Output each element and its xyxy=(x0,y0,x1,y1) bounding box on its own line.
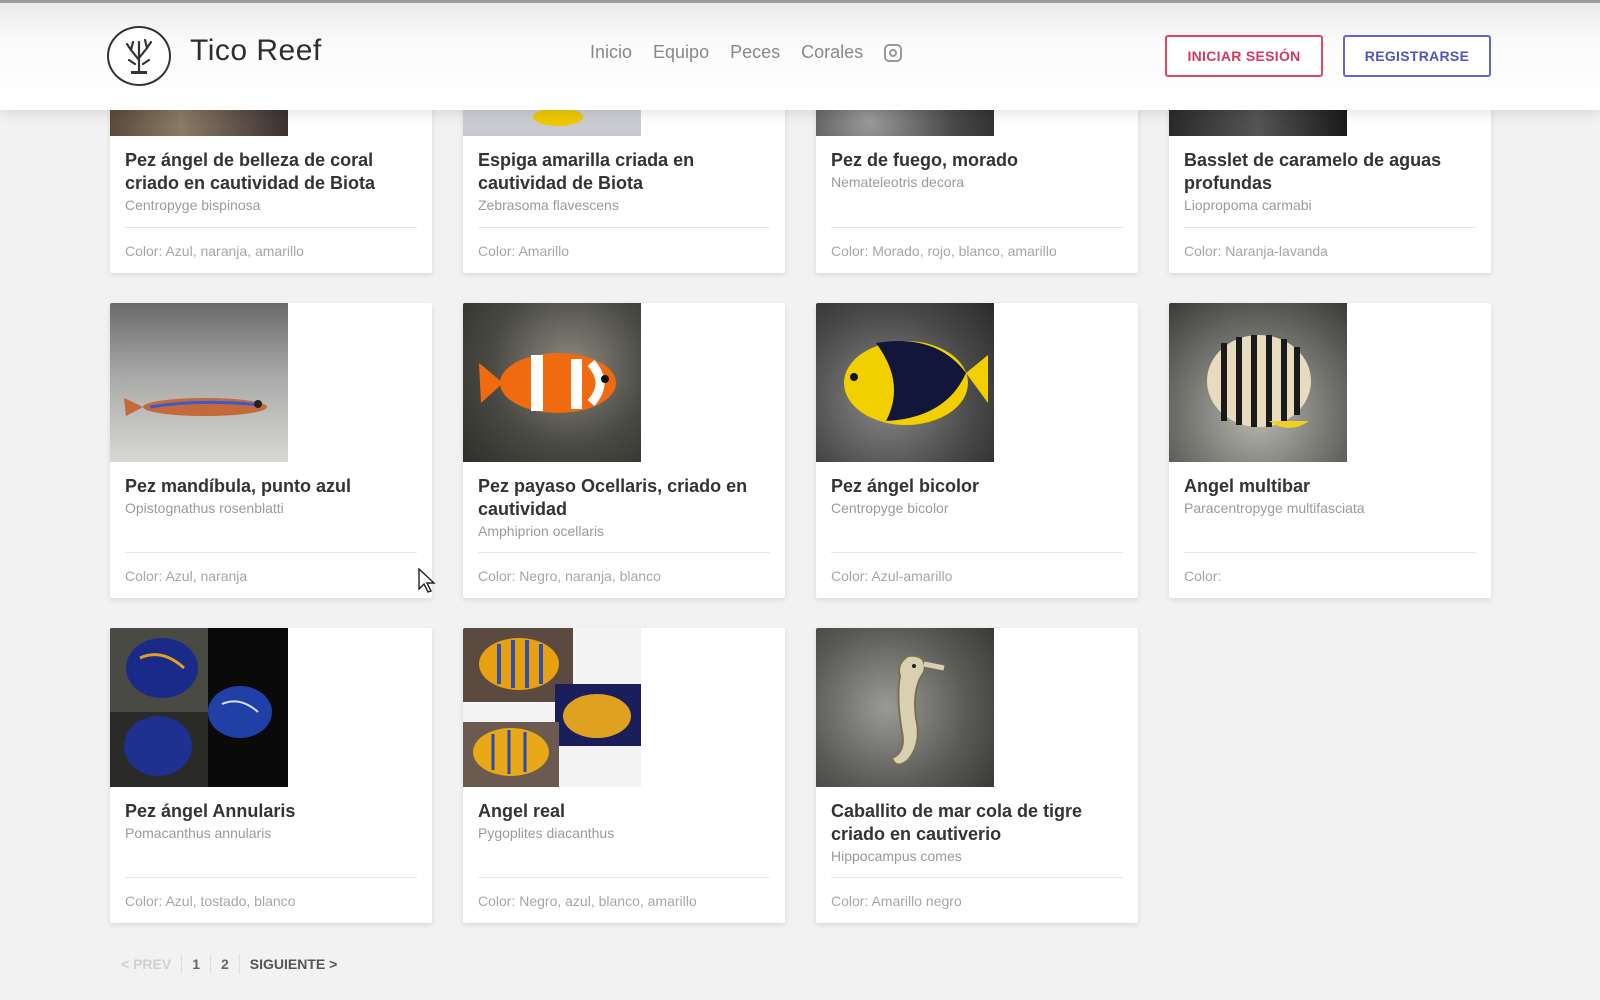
fish-scientific-name: Nemateleotris decora xyxy=(831,174,965,190)
fish-photo[interactable] xyxy=(816,628,994,787)
brand-name[interactable]: Tico Reef xyxy=(190,34,322,68)
card-divider xyxy=(125,877,417,878)
fish-photo[interactable] xyxy=(816,303,994,462)
fish-title[interactable]: Pez ángel de belleza de coral criado en … xyxy=(125,149,420,195)
register-button[interactable]: REGISTRARSE xyxy=(1343,35,1491,77)
mouse-cursor-icon xyxy=(418,568,436,593)
fish-color: Color: Morado, rojo, blanco, amarillo xyxy=(831,243,1057,259)
prev-page-button[interactable]: < PREV xyxy=(121,956,171,972)
fish-scientific-name: Hippocampus comes xyxy=(831,848,962,864)
fish-color: Color: Amarillo xyxy=(478,243,570,259)
fish-scientific-name: Centropyge bicolor xyxy=(831,500,949,516)
fish-photo[interactable] xyxy=(110,303,288,462)
pagination: < PREV 1 2 SIGUIENTE > xyxy=(121,954,337,974)
fish-color: Color: Azul, naranja, amarillo xyxy=(125,243,304,259)
fish-title[interactable]: Angel real xyxy=(478,800,773,823)
instagram-icon[interactable] xyxy=(884,43,903,62)
nav-link-corales[interactable]: Corales xyxy=(801,42,863,63)
fish-color: Color: Amarillo negro xyxy=(831,893,962,909)
nav-link-inicio[interactable]: Inicio xyxy=(590,42,632,63)
fish-scientific-name: Pomacanthus annularis xyxy=(125,825,272,841)
card-divider xyxy=(1184,552,1476,553)
fish-title[interactable]: Angel multibar xyxy=(1184,475,1479,498)
coral-logo-icon[interactable] xyxy=(107,26,171,86)
fish-photo[interactable] xyxy=(463,303,641,462)
nav-link-equipo[interactable]: Equipo xyxy=(653,42,709,63)
fish-title[interactable]: Pez payaso Ocellaris, criado en cautivid… xyxy=(478,475,773,521)
pager-divider xyxy=(181,954,183,974)
card-divider xyxy=(831,552,1123,553)
card-divider xyxy=(1184,227,1476,228)
card-divider xyxy=(831,877,1123,878)
fish-photo[interactable] xyxy=(1169,303,1347,462)
page-2-button[interactable]: 2 xyxy=(221,956,229,972)
fish-color: Color: Negro, azul, blanco, amarillo xyxy=(478,893,697,909)
card-divider xyxy=(478,552,770,553)
fish-title[interactable]: Pez ángel Annularis xyxy=(125,800,420,823)
fish-title[interactable]: Pez ángel bicolor xyxy=(831,475,1126,498)
fish-scientific-name: Zebrasoma flavescens xyxy=(478,197,619,213)
pager-divider xyxy=(210,954,211,974)
fish-card[interactable]: Pez ángel bicolor Centropyge bicolor Col… xyxy=(816,303,1138,598)
fish-color: Color: Azul, naranja xyxy=(125,568,248,584)
fish-title[interactable]: Basslet de caramelo de aguas profundas xyxy=(1184,149,1479,195)
fish-card[interactable]: Angel real Pygoplites diacanthus Color: … xyxy=(463,628,785,923)
fish-title[interactable]: Pez mandíbula, punto azul xyxy=(125,475,420,498)
card-divider xyxy=(478,877,770,878)
fish-title[interactable]: Espiga amarilla criada en cautividad de … xyxy=(478,149,773,195)
fish-card[interactable]: Pez payaso Ocellaris, criado en cautivid… xyxy=(463,303,785,598)
card-divider xyxy=(125,227,417,228)
fish-card[interactable]: Caballito de mar cola de tigre criado en… xyxy=(816,628,1138,923)
fish-color: Color: Azul-amarillo xyxy=(831,568,953,584)
fish-scientific-name: Pygoplites diacanthus xyxy=(478,825,615,841)
fish-title[interactable]: Caballito de mar cola de tigre criado en… xyxy=(831,800,1126,846)
window-top-edge xyxy=(0,0,1600,3)
main-nav: Inicio Equipo Peces Corales xyxy=(590,42,903,63)
card-divider xyxy=(478,227,770,228)
login-button[interactable]: INICIAR SESIÓN xyxy=(1165,35,1323,77)
next-page-button[interactable]: SIGUIENTE > xyxy=(250,956,338,972)
nav-link-peces[interactable]: Peces xyxy=(730,42,780,63)
pager-divider xyxy=(238,954,240,974)
fish-scientific-name: Opistognathus rosenblatti xyxy=(125,500,284,516)
fish-scientific-name: Centropyge bispinosa xyxy=(125,197,261,213)
fish-color: Color: xyxy=(1184,568,1222,584)
fish-card[interactable]: Pez ángel Annularis Pomacanthus annulari… xyxy=(110,628,432,923)
fish-photo[interactable] xyxy=(463,628,641,787)
fish-color: Color: Azul, tostado, blanco xyxy=(125,893,296,909)
page-1-button[interactable]: 1 xyxy=(192,956,200,972)
fish-scientific-name: Amphiprion ocellaris xyxy=(478,523,605,539)
site-header: Tico Reef Inicio Equipo Peces Corales IN… xyxy=(0,0,1600,110)
fish-color: Color: Naranja-lavanda xyxy=(1184,243,1328,259)
card-divider xyxy=(831,227,1123,228)
fish-card[interactable]: Pez mandíbula, punto azul Opistognathus … xyxy=(110,303,432,598)
fish-color: Color: Negro, naranja, blanco xyxy=(478,568,661,584)
fish-scientific-name: Liopropoma carmabi xyxy=(1184,197,1312,213)
fish-scientific-name: Paracentropyge multifasciata xyxy=(1184,500,1365,516)
fish-photo[interactable] xyxy=(110,628,288,787)
card-divider xyxy=(125,552,417,553)
fish-title[interactable]: Pez de fuego, morado xyxy=(831,149,1126,172)
fish-card[interactable]: Angel multibar Paracentropyge multifasci… xyxy=(1169,303,1491,598)
